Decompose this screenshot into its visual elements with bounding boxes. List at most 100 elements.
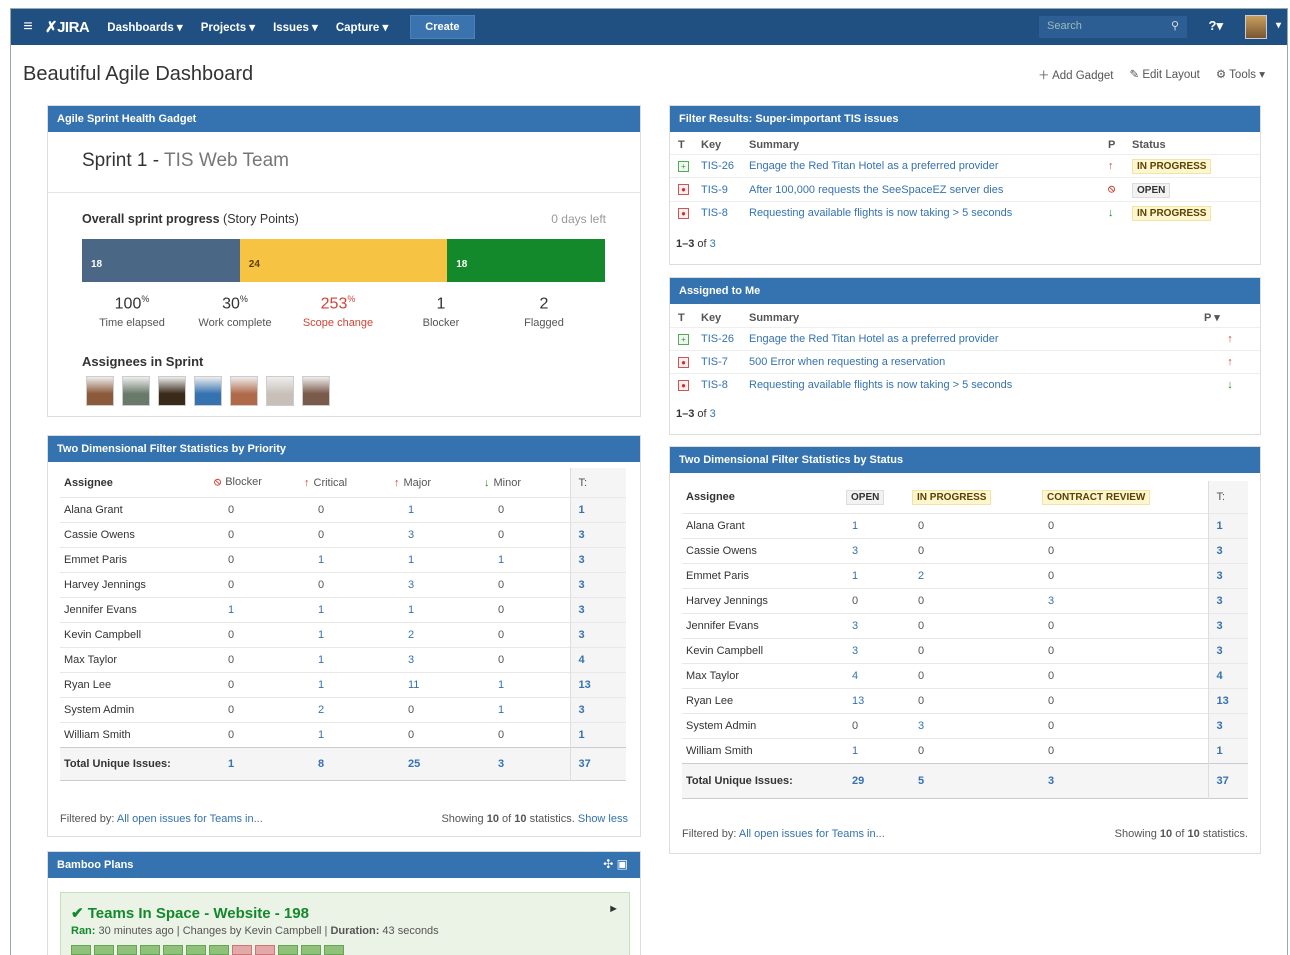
search-icon[interactable]: ⚲ xyxy=(1171,19,1179,32)
col-status[interactable]: Status xyxy=(1128,136,1260,155)
col-summary[interactable]: Summary xyxy=(745,136,1104,155)
build-result-fail[interactable] xyxy=(232,945,252,955)
filter-link[interactable]: All open issues for Teams in... xyxy=(117,813,263,825)
col-assignee[interactable]: Assignee xyxy=(682,481,842,514)
build-result-pass[interactable] xyxy=(324,945,344,955)
bamboo-plan-card[interactable]: ✔ Teams In Space - Website - 198 ► Ran: … xyxy=(60,892,630,955)
col-status[interactable]: OPEN xyxy=(842,481,908,514)
nav-projects[interactable]: Projects ▾ xyxy=(201,20,255,34)
build-result-pass[interactable] xyxy=(301,945,321,955)
chevron-down-icon[interactable]: ▾ xyxy=(1276,20,1281,31)
filter-link[interactable]: All open issues for Teams in... xyxy=(739,828,885,840)
show-less-link[interactable]: Show less xyxy=(578,813,628,825)
stat-cell[interactable]: 1 xyxy=(842,514,908,539)
build-result-fail[interactable] xyxy=(255,945,275,955)
stat-cell[interactable]: 3 xyxy=(390,523,480,548)
user-avatar[interactable] xyxy=(1245,15,1267,39)
col-status[interactable]: IN PROGRESS xyxy=(908,481,1038,514)
stat-cell[interactable]: 3 xyxy=(842,614,908,639)
row-total[interactable]: 3 xyxy=(1207,613,1248,639)
stat-cell[interactable]: 11 xyxy=(390,673,480,698)
stat-cell[interactable]: 1 xyxy=(300,598,390,623)
table-row[interactable]: + TIS-26 Engage the Red Titan Hotel as a p… xyxy=(670,327,1260,351)
assignee-avatar[interactable] xyxy=(158,376,186,406)
row-total[interactable]: 1 xyxy=(569,722,626,748)
issue-summary[interactable]: Requesting available flights is now taki… xyxy=(745,202,1104,225)
gadget-header[interactable]: Assigned to Me xyxy=(670,278,1260,304)
nav-capture[interactable]: Capture ▾ xyxy=(336,20,388,34)
issue-summary[interactable]: Engage the Red Titan Hotel as a preferre… xyxy=(745,155,1104,178)
col-priority[interactable]: ↑ Major xyxy=(390,468,480,498)
gadget-header[interactable]: Two Dimensional Filter Statistics by Sta… xyxy=(670,447,1260,473)
grand-total[interactable]: 37 xyxy=(1207,763,1248,799)
col-priority[interactable]: ⦸ Blocker xyxy=(210,468,300,498)
assignee-avatar[interactable] xyxy=(302,376,330,406)
col-priority[interactable]: ↓ Minor xyxy=(480,468,570,498)
jira-logo[interactable]: ✗JIRA xyxy=(45,18,90,36)
stat-cell[interactable]: 3 xyxy=(842,539,908,564)
stat-cell[interactable]: 13 xyxy=(842,689,908,714)
issue-summary[interactable]: After 100,000 requests the SeeSpaceEZ se… xyxy=(745,178,1104,202)
gadget-header[interactable]: Filter Results: Super-important TIS issu… xyxy=(670,106,1260,132)
stat-cell[interactable]: 3 xyxy=(390,573,480,598)
nav-issues[interactable]: Issues ▾ xyxy=(273,20,318,34)
row-total[interactable]: 4 xyxy=(569,647,626,673)
stat-cell[interactable]: 1 xyxy=(842,564,908,589)
stat-cell[interactable]: 1 xyxy=(480,698,570,723)
stat-cell[interactable]: 1 xyxy=(842,739,908,764)
issue-summary[interactable]: Engage the Red Titan Hotel as a preferre… xyxy=(745,328,1200,351)
stat-cell[interactable]: 1 xyxy=(480,548,570,573)
table-row[interactable]: ● TIS-7 500 Error when requesting a reserv… xyxy=(670,350,1260,374)
build-result-pass[interactable] xyxy=(140,945,160,955)
build-result-pass[interactable] xyxy=(71,945,91,955)
play-icon[interactable]: ► xyxy=(608,903,619,915)
issue-key[interactable]: TIS-7 xyxy=(697,351,745,374)
stat-cell[interactable]: 2 xyxy=(390,623,480,648)
row-total[interactable]: 3 xyxy=(569,522,626,548)
col-priority[interactable]: P ▾ xyxy=(1200,308,1260,328)
row-total[interactable]: 3 xyxy=(569,622,626,648)
col-priority[interactable]: P xyxy=(1104,136,1128,155)
issue-summary[interactable]: Requesting available flights is now taki… xyxy=(745,374,1200,397)
row-total[interactable]: 3 xyxy=(1207,713,1248,739)
gadget-header[interactable]: Bamboo Plans ✣ ▣ xyxy=(48,852,640,878)
add-gadget-button[interactable]: ＋ Add Gadget xyxy=(1038,67,1113,83)
stat-cell[interactable]: 1 xyxy=(390,598,480,623)
stat-cell[interactable]: 3 xyxy=(842,639,908,664)
build-result-pass[interactable] xyxy=(117,945,137,955)
row-total[interactable]: 3 xyxy=(569,572,626,598)
row-total[interactable]: 3 xyxy=(569,547,626,573)
build-result-pass[interactable] xyxy=(209,945,229,955)
gadget-header[interactable]: Two Dimensional Filter Statistics by Pri… xyxy=(48,436,640,462)
col-type[interactable]: T xyxy=(670,136,697,155)
col-key[interactable]: Key xyxy=(697,136,745,155)
col-total[interactable]: T: xyxy=(1207,481,1248,514)
plan-name[interactable]: Teams In Space - Website - 198 xyxy=(88,905,309,922)
stat-cell[interactable]: 2 xyxy=(908,564,1038,589)
stat-cell[interactable]: 1 xyxy=(390,548,480,573)
col-total[interactable]: T: xyxy=(569,468,626,498)
col-key[interactable]: Key xyxy=(697,308,745,328)
row-total[interactable]: 13 xyxy=(569,672,626,698)
stat-cell[interactable]: 1 xyxy=(210,598,300,623)
row-total[interactable]: 3 xyxy=(1207,538,1248,564)
table-row[interactable]: ● TIS-9 After 100,000 requests the SeeSpac… xyxy=(670,177,1260,202)
row-total[interactable]: 3 xyxy=(1207,588,1248,614)
column-total[interactable]: 29 xyxy=(842,764,908,799)
col-type[interactable]: T xyxy=(670,308,697,328)
issue-key[interactable]: TIS-8 xyxy=(697,202,745,225)
assignee-avatar[interactable] xyxy=(122,376,150,406)
issue-summary[interactable]: 500 Error when requesting a reservation xyxy=(745,351,1200,374)
assignee-avatar[interactable] xyxy=(266,376,294,406)
row-total[interactable]: 4 xyxy=(1207,663,1248,689)
build-result-pass[interactable] xyxy=(94,945,114,955)
tools-menu[interactable]: ⚙ Tools ▾ xyxy=(1216,67,1265,83)
grand-total[interactable]: 37 xyxy=(569,747,626,781)
table-row[interactable]: + TIS-26 Engage the Red Titan Hotel as a p… xyxy=(670,154,1260,178)
stat-cell[interactable]: 1 xyxy=(300,548,390,573)
stat-cell[interactable]: 1 xyxy=(480,673,570,698)
create-button[interactable]: Create xyxy=(410,15,475,39)
table-row[interactable]: ● TIS-8 Requesting available flights is no… xyxy=(670,373,1260,397)
row-total[interactable]: 3 xyxy=(1207,638,1248,664)
build-result-pass[interactable] xyxy=(278,945,298,955)
